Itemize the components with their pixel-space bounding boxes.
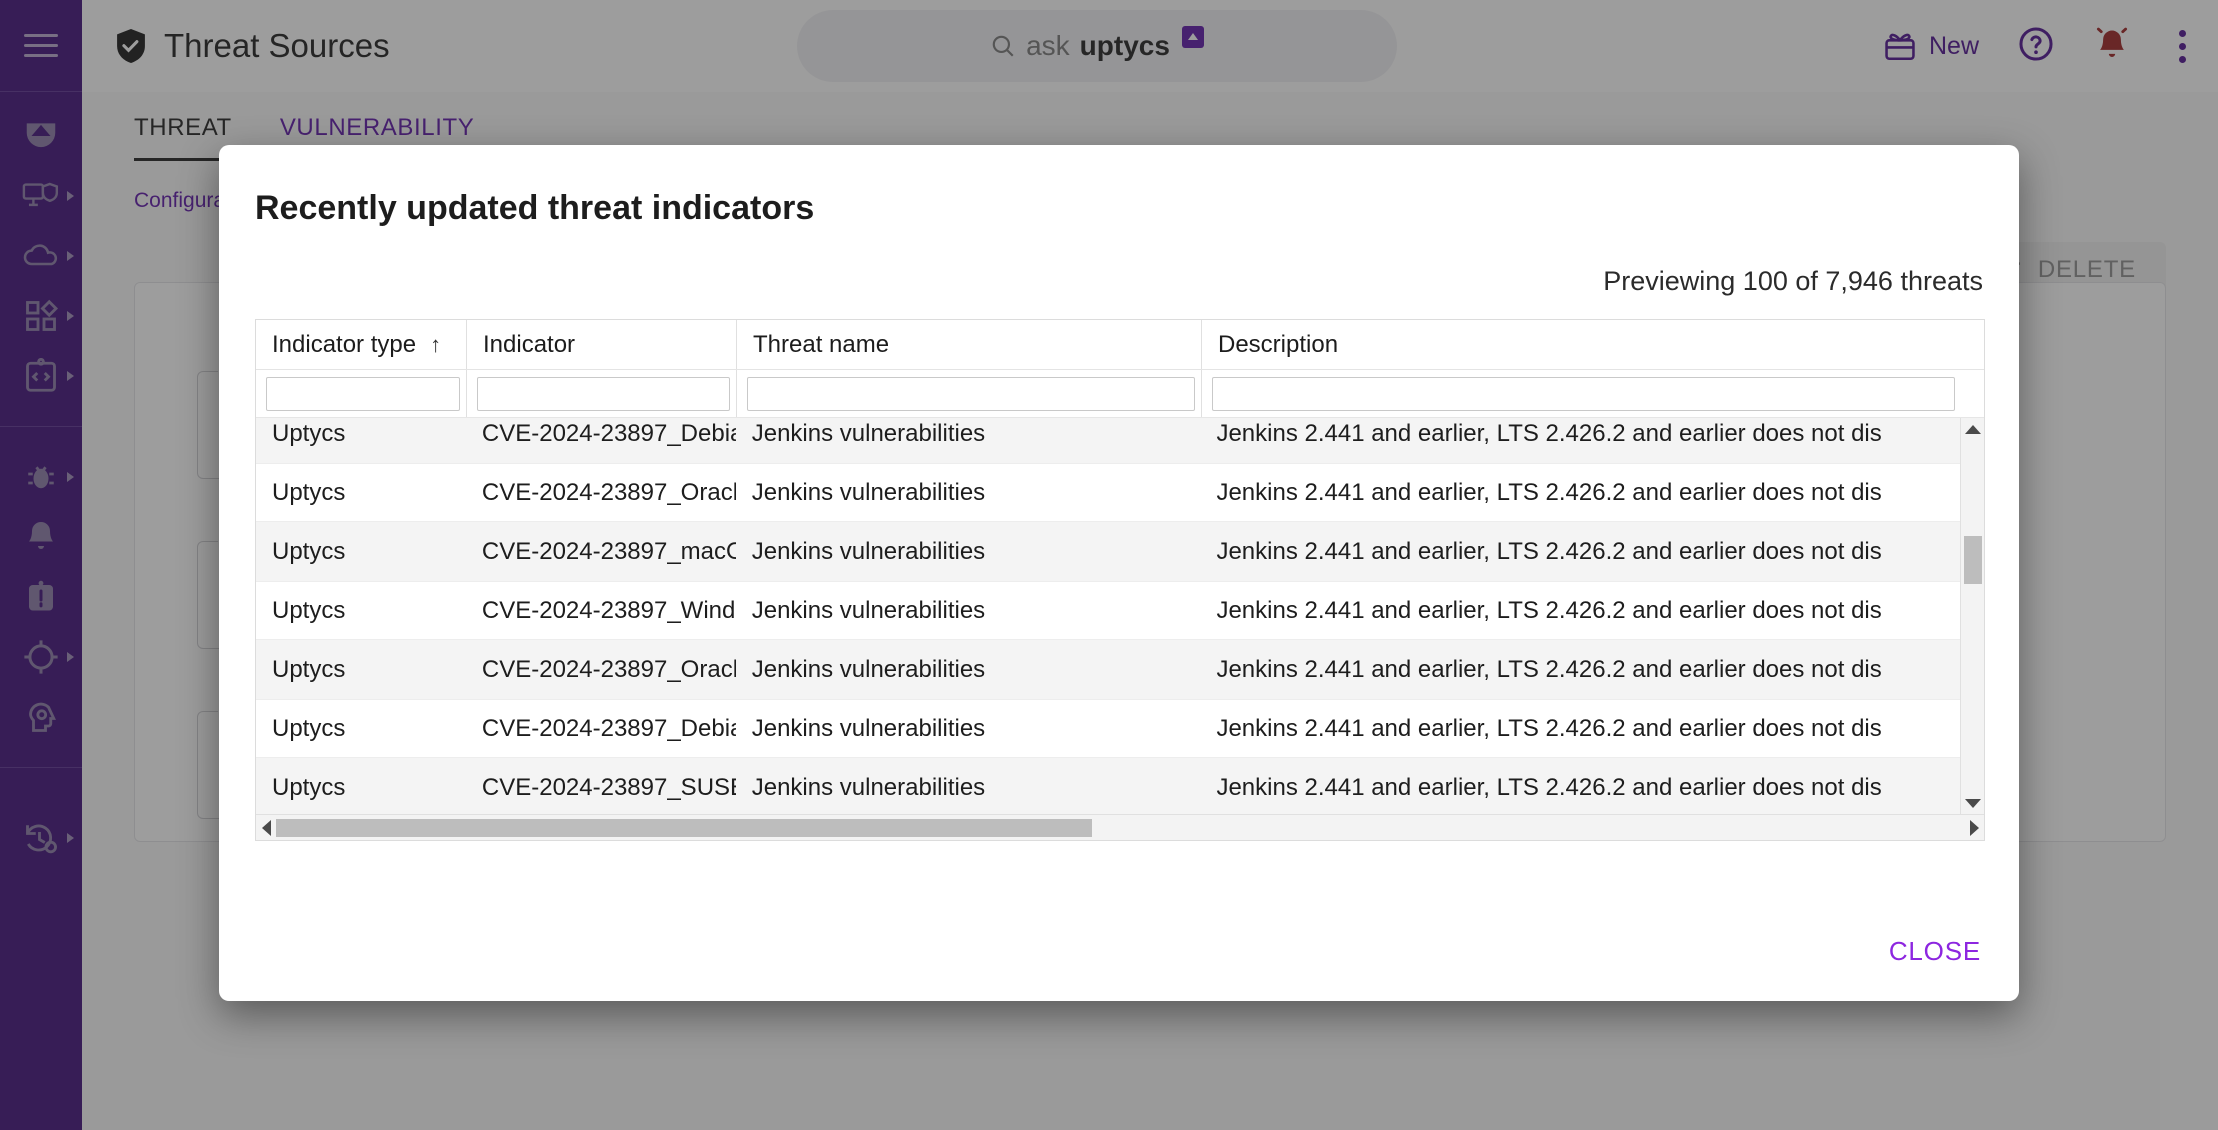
scroll-right-button[interactable]: [1964, 820, 1984, 836]
cell-description: Jenkins 2.441 and earlier, LTS 2.426.2 a…: [1200, 715, 1960, 743]
cell-description: Jenkins 2.441 and earlier, LTS 2.426.2 a…: [1200, 420, 1960, 448]
scroll-up-button[interactable]: [1961, 418, 1984, 440]
cell-threat-name: Jenkins vulnerabilities: [736, 656, 1201, 684]
cell-indicator-type: Uptycs: [256, 597, 466, 625]
cell-indicator: CVE-2024-23897_Oracle-Linux: [466, 479, 736, 507]
table-row[interactable]: UptycsCVE-2024-23897_Oracle-LinuxJenkins…: [256, 463, 1960, 522]
cell-indicator: CVE-2024-23897_macOS_any_j: [466, 538, 736, 566]
cell-threat-name: Jenkins vulnerabilities: [736, 479, 1201, 507]
vertical-scroll-thumb[interactable]: [1964, 536, 1982, 584]
horizontal-scrollbar[interactable]: [256, 814, 1984, 840]
cell-indicator-type: Uptycs: [256, 420, 466, 448]
cell-description: Jenkins 2.441 and earlier, LTS 2.426.2 a…: [1200, 597, 1960, 625]
column-header-indicator[interactable]: Indicator: [466, 320, 736, 369]
filter-input-description[interactable]: [1212, 377, 1955, 411]
indicators-table: Indicator type ↑ Indicator Threat name D…: [255, 319, 1985, 841]
chevron-down-icon: [1965, 799, 1981, 808]
preview-count-label: Previewing 100 of 7,946 threats: [255, 266, 1983, 297]
filter-input-threat-name[interactable]: [747, 377, 1195, 411]
filter-input-indicator-type[interactable]: [266, 377, 460, 411]
sort-ascending-icon: ↑: [430, 332, 441, 358]
column-header-label: Threat name: [753, 331, 889, 359]
column-header-label: Description: [1218, 331, 1338, 359]
table-row[interactable]: UptycsCVE-2024-23897_macOS_any_jJenkins …: [256, 522, 1960, 581]
chevron-up-icon: [1965, 425, 1981, 434]
cell-indicator: CVE-2024-23897_Debian_any_j: [466, 420, 736, 448]
cell-threat-name: Jenkins vulnerabilities: [736, 538, 1201, 566]
modal-title: Recently updated threat indicators: [255, 189, 1983, 228]
column-header-label: Indicator type: [272, 331, 416, 359]
cell-indicator-type: Uptycs: [256, 479, 466, 507]
column-header-indicator-type[interactable]: Indicator type ↑: [256, 320, 466, 369]
table-row[interactable]: UptycsCVE-2024-23897_Oracle-LinuxJenkins…: [256, 640, 1960, 699]
scroll-down-button[interactable]: [1961, 792, 1984, 814]
threat-indicators-modal: Recently updated threat indicators Previ…: [219, 145, 2019, 1001]
cell-description: Jenkins 2.441 and earlier, LTS 2.426.2 a…: [1200, 538, 1960, 566]
cell-indicator-type: Uptycs: [256, 774, 466, 802]
modal-footer: CLOSE: [1889, 936, 1981, 967]
table-row[interactable]: UptycsCVE-2024-23897_Debian_any_jJenkins…: [256, 699, 1960, 758]
cell-threat-name: Jenkins vulnerabilities: [736, 715, 1201, 743]
filter-cell-description: [1201, 370, 1961, 417]
cell-indicator-type: Uptycs: [256, 715, 466, 743]
horizontal-scroll-thumb[interactable]: [276, 819, 1092, 837]
filter-cell-indicator-type: [256, 370, 466, 417]
column-header-label: Indicator: [483, 331, 575, 359]
filter-cell-indicator: [466, 370, 736, 417]
cell-description: Jenkins 2.441 and earlier, LTS 2.426.2 a…: [1200, 656, 1960, 684]
cell-indicator-type: Uptycs: [256, 656, 466, 684]
column-header-description[interactable]: Description: [1201, 320, 1961, 369]
table-filter-row: [256, 370, 1984, 418]
vertical-scrollbar[interactable]: [1960, 418, 1984, 814]
filter-cell-threat-name: [736, 370, 1201, 417]
table-body: UptycsCVE-2024-23897_Debian_any_jJenkins…: [256, 418, 1984, 814]
filter-input-indicator[interactable]: [477, 377, 730, 411]
table-row[interactable]: UptycsCVE-2024-23897_Windows_anJenkins v…: [256, 581, 1960, 640]
chevron-left-icon: [262, 820, 271, 836]
table-row[interactable]: UptycsCVE-2024-23897_Debian_any_jJenkins…: [256, 418, 1960, 463]
close-button[interactable]: CLOSE: [1889, 936, 1981, 966]
cell-threat-name: Jenkins vulnerabilities: [736, 774, 1201, 802]
table-row[interactable]: UptycsCVE-2024-23897_SUSE-Linux-EJenkins…: [256, 758, 1960, 814]
cell-threat-name: Jenkins vulnerabilities: [736, 597, 1201, 625]
chevron-right-icon: [1970, 820, 1979, 836]
table-rows: UptycsCVE-2024-23897_Debian_any_jJenkins…: [256, 418, 1960, 814]
scroll-left-button[interactable]: [256, 820, 276, 836]
column-header-threat-name[interactable]: Threat name: [736, 320, 1201, 369]
cell-threat-name: Jenkins vulnerabilities: [736, 420, 1201, 448]
cell-description: Jenkins 2.441 and earlier, LTS 2.426.2 a…: [1200, 479, 1960, 507]
cell-indicator: CVE-2024-23897_Oracle-Linux: [466, 656, 736, 684]
cell-description: Jenkins 2.441 and earlier, LTS 2.426.2 a…: [1200, 774, 1960, 802]
cell-indicator: CVE-2024-23897_Debian_any_j: [466, 715, 736, 743]
cell-indicator: CVE-2024-23897_SUSE-Linux-E: [466, 774, 736, 802]
table-header-row: Indicator type ↑ Indicator Threat name D…: [256, 320, 1984, 370]
cell-indicator-type: Uptycs: [256, 538, 466, 566]
cell-indicator: CVE-2024-23897_Windows_an: [466, 597, 736, 625]
